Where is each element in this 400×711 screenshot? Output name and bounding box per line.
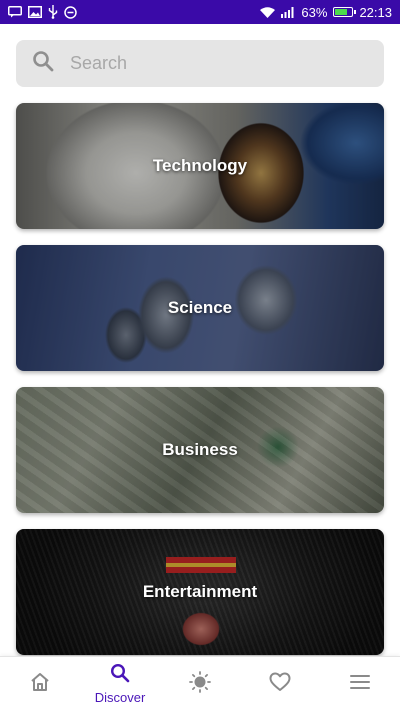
battery-icon bbox=[333, 7, 357, 17]
circle-icon bbox=[64, 5, 77, 19]
status-bar-system: 63% 22:13 bbox=[260, 5, 392, 20]
clock: 22:13 bbox=[359, 4, 392, 20]
usb-icon bbox=[48, 5, 58, 19]
category-title: Entertainment bbox=[142, 582, 258, 601]
wifi-icon bbox=[260, 6, 276, 18]
nav-discover[interactable]: Discover bbox=[80, 657, 160, 711]
category-card-entertainment[interactable]: Entertainment bbox=[16, 529, 384, 655]
category-title: Science bbox=[167, 298, 233, 317]
nav-menu[interactable] bbox=[320, 657, 400, 711]
search-input[interactable] bbox=[70, 53, 350, 74]
status-bar: 63% 22:13 bbox=[0, 0, 400, 24]
category-card-science[interactable]: Science bbox=[16, 245, 384, 371]
category-card-business[interactable]: Business bbox=[16, 387, 384, 513]
battery-fill bbox=[335, 9, 347, 15]
nav-sun[interactable] bbox=[160, 657, 240, 711]
nav-home[interactable] bbox=[0, 657, 80, 711]
message-icon bbox=[8, 6, 22, 18]
nav-favorites[interactable] bbox=[240, 657, 320, 711]
search-bar[interactable] bbox=[16, 40, 384, 87]
signal-icon bbox=[281, 6, 295, 18]
battery-percent: 63% bbox=[301, 4, 328, 20]
image-icon bbox=[28, 6, 42, 18]
category-card-technology[interactable]: Technology bbox=[16, 103, 384, 229]
home-icon bbox=[29, 671, 51, 698]
category-title: Technology bbox=[152, 156, 248, 175]
search-icon bbox=[110, 663, 130, 688]
bottom-navigation: Discover bbox=[0, 656, 400, 711]
nav-discover-label: Discover bbox=[94, 690, 146, 705]
heart-icon bbox=[269, 672, 291, 697]
search-icon bbox=[32, 50, 54, 77]
menu-icon bbox=[349, 673, 371, 696]
status-bar-notifications bbox=[8, 5, 77, 19]
sun-icon bbox=[189, 670, 211, 698]
category-title: Business bbox=[162, 440, 238, 459]
